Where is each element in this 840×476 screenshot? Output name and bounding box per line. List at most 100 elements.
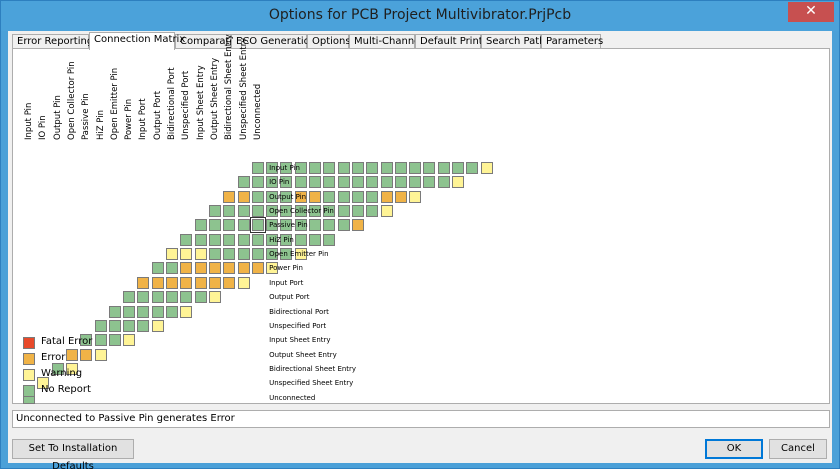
matrix-cell[interactable]: [180, 233, 193, 246]
matrix-cell[interactable]: [223, 205, 236, 218]
matrix-cell[interactable]: [337, 190, 350, 203]
matrix-cell[interactable]: [380, 162, 393, 174]
close-button[interactable]: ✕: [788, 2, 834, 22]
matrix-cell[interactable]: [123, 291, 136, 304]
matrix-cell[interactable]: [223, 190, 236, 203]
matrix-cell[interactable]: [208, 205, 221, 218]
matrix-cell[interactable]: [151, 305, 164, 318]
matrix-cell[interactable]: [137, 319, 150, 332]
matrix-cell[interactable]: [380, 176, 393, 189]
matrix-cell[interactable]: [351, 205, 364, 218]
matrix-cell[interactable]: [294, 233, 307, 246]
matrix-cell[interactable]: [166, 276, 178, 289]
matrix-cell[interactable]: [366, 190, 379, 203]
matrix-cell[interactable]: [323, 176, 336, 189]
matrix-cell[interactable]: [237, 262, 250, 275]
title-bar[interactable]: Options for PCB Project Multivibrator.Pr…: [1, 1, 839, 31]
matrix-cell[interactable]: [423, 162, 436, 174]
matrix-cell[interactable]: [151, 262, 164, 275]
matrix-cell[interactable]: [166, 248, 178, 261]
matrix-cell[interactable]: [394, 176, 407, 189]
matrix-cell[interactable]: [309, 219, 321, 232]
matrix-cell[interactable]: [323, 219, 336, 232]
matrix-cell[interactable]: [94, 319, 107, 332]
matrix-cell[interactable]: [180, 276, 193, 289]
matrix-cell[interactable]: [166, 305, 178, 318]
matrix-cell[interactable]: [237, 276, 250, 289]
matrix-cell[interactable]: [151, 276, 164, 289]
matrix-cell[interactable]: [194, 262, 207, 275]
matrix-cell[interactable]: [151, 319, 164, 332]
matrix-cell[interactable]: [223, 233, 236, 246]
set-installation-defaults-button[interactable]: Set To Installation Defaults: [12, 439, 134, 472]
matrix-cell[interactable]: [166, 262, 178, 275]
matrix-cell[interactable]: [437, 162, 450, 174]
matrix-cell[interactable]: [437, 176, 450, 189]
matrix-cell[interactable]: [323, 162, 336, 174]
matrix-cell[interactable]: [251, 262, 264, 275]
matrix-cell[interactable]: [180, 248, 193, 261]
matrix-cell[interactable]: [223, 262, 236, 275]
matrix-cell[interactable]: [466, 162, 479, 174]
matrix-cell[interactable]: [237, 205, 250, 218]
matrix-cell[interactable]: [452, 176, 464, 189]
matrix-cell[interactable]: [409, 176, 422, 189]
matrix-cell[interactable]: [123, 319, 136, 332]
matrix-cell[interactable]: [80, 348, 93, 361]
matrix-cell[interactable]: [351, 219, 364, 232]
matrix-cell[interactable]: [351, 162, 364, 174]
matrix-cell[interactable]: [180, 305, 193, 318]
matrix-cell[interactable]: [137, 291, 150, 304]
matrix-cell[interactable]: [108, 305, 121, 318]
matrix-cell[interactable]: [351, 190, 364, 203]
matrix-cell[interactable]: [394, 162, 407, 174]
matrix-cell[interactable]: [194, 248, 207, 261]
matrix-cell[interactable]: [223, 276, 236, 289]
matrix-cell[interactable]: [123, 305, 136, 318]
matrix-cell[interactable]: [409, 162, 422, 174]
matrix-cell[interactable]: [194, 219, 207, 232]
matrix-cell[interactable]: [237, 190, 250, 203]
tab-connection-matrix[interactable]: Connection Matrix: [89, 32, 185, 50]
matrix-cell[interactable]: [251, 190, 264, 203]
matrix-cell[interactable]: [194, 233, 207, 246]
matrix-cell[interactable]: [337, 162, 350, 174]
matrix-cell[interactable]: [337, 219, 350, 232]
matrix-cell[interactable]: [309, 233, 321, 246]
matrix-cell[interactable]: [251, 205, 264, 218]
matrix-cell[interactable]: [151, 291, 164, 304]
matrix-cell[interactable]: [423, 176, 436, 189]
matrix-cell[interactable]: [180, 262, 193, 275]
tab-error-reporting[interactable]: Error Reporting: [12, 34, 93, 49]
matrix-cell[interactable]: [223, 248, 236, 261]
matrix-cell[interactable]: [309, 190, 321, 203]
matrix-cell[interactable]: [251, 162, 264, 174]
tab-search-paths[interactable]: Search Paths: [481, 34, 551, 49]
matrix-cell[interactable]: [108, 334, 121, 347]
matrix-cell[interactable]: [309, 176, 321, 189]
matrix-cell[interactable]: [123, 334, 136, 347]
matrix-cell[interactable]: [166, 291, 178, 304]
matrix-cell[interactable]: [94, 348, 107, 361]
matrix-cell[interactable]: [249, 217, 266, 234]
cancel-button[interactable]: Cancel: [769, 439, 827, 459]
matrix-cell[interactable]: [394, 190, 407, 203]
tab-options[interactable]: Options: [307, 34, 351, 49]
matrix-cell[interactable]: [208, 262, 221, 275]
matrix-cell[interactable]: [366, 176, 379, 189]
tab-default-prints[interactable]: Default Prints: [415, 34, 488, 49]
matrix-cell[interactable]: [380, 205, 393, 218]
matrix-cell[interactable]: [194, 276, 207, 289]
matrix-cell[interactable]: [251, 248, 264, 261]
matrix-cell[interactable]: [65, 348, 78, 361]
matrix-cell[interactable]: [309, 162, 321, 174]
matrix-cell[interactable]: [351, 176, 364, 189]
matrix-cell[interactable]: [237, 219, 250, 232]
matrix-cell[interactable]: [237, 233, 250, 246]
matrix-cell[interactable]: [294, 176, 307, 189]
matrix-cell[interactable]: [323, 233, 336, 246]
matrix-cell[interactable]: [108, 319, 121, 332]
matrix-cell[interactable]: [251, 176, 264, 189]
tab-multi-channel[interactable]: Multi-Channel: [349, 34, 423, 49]
matrix-cell[interactable]: [366, 205, 379, 218]
